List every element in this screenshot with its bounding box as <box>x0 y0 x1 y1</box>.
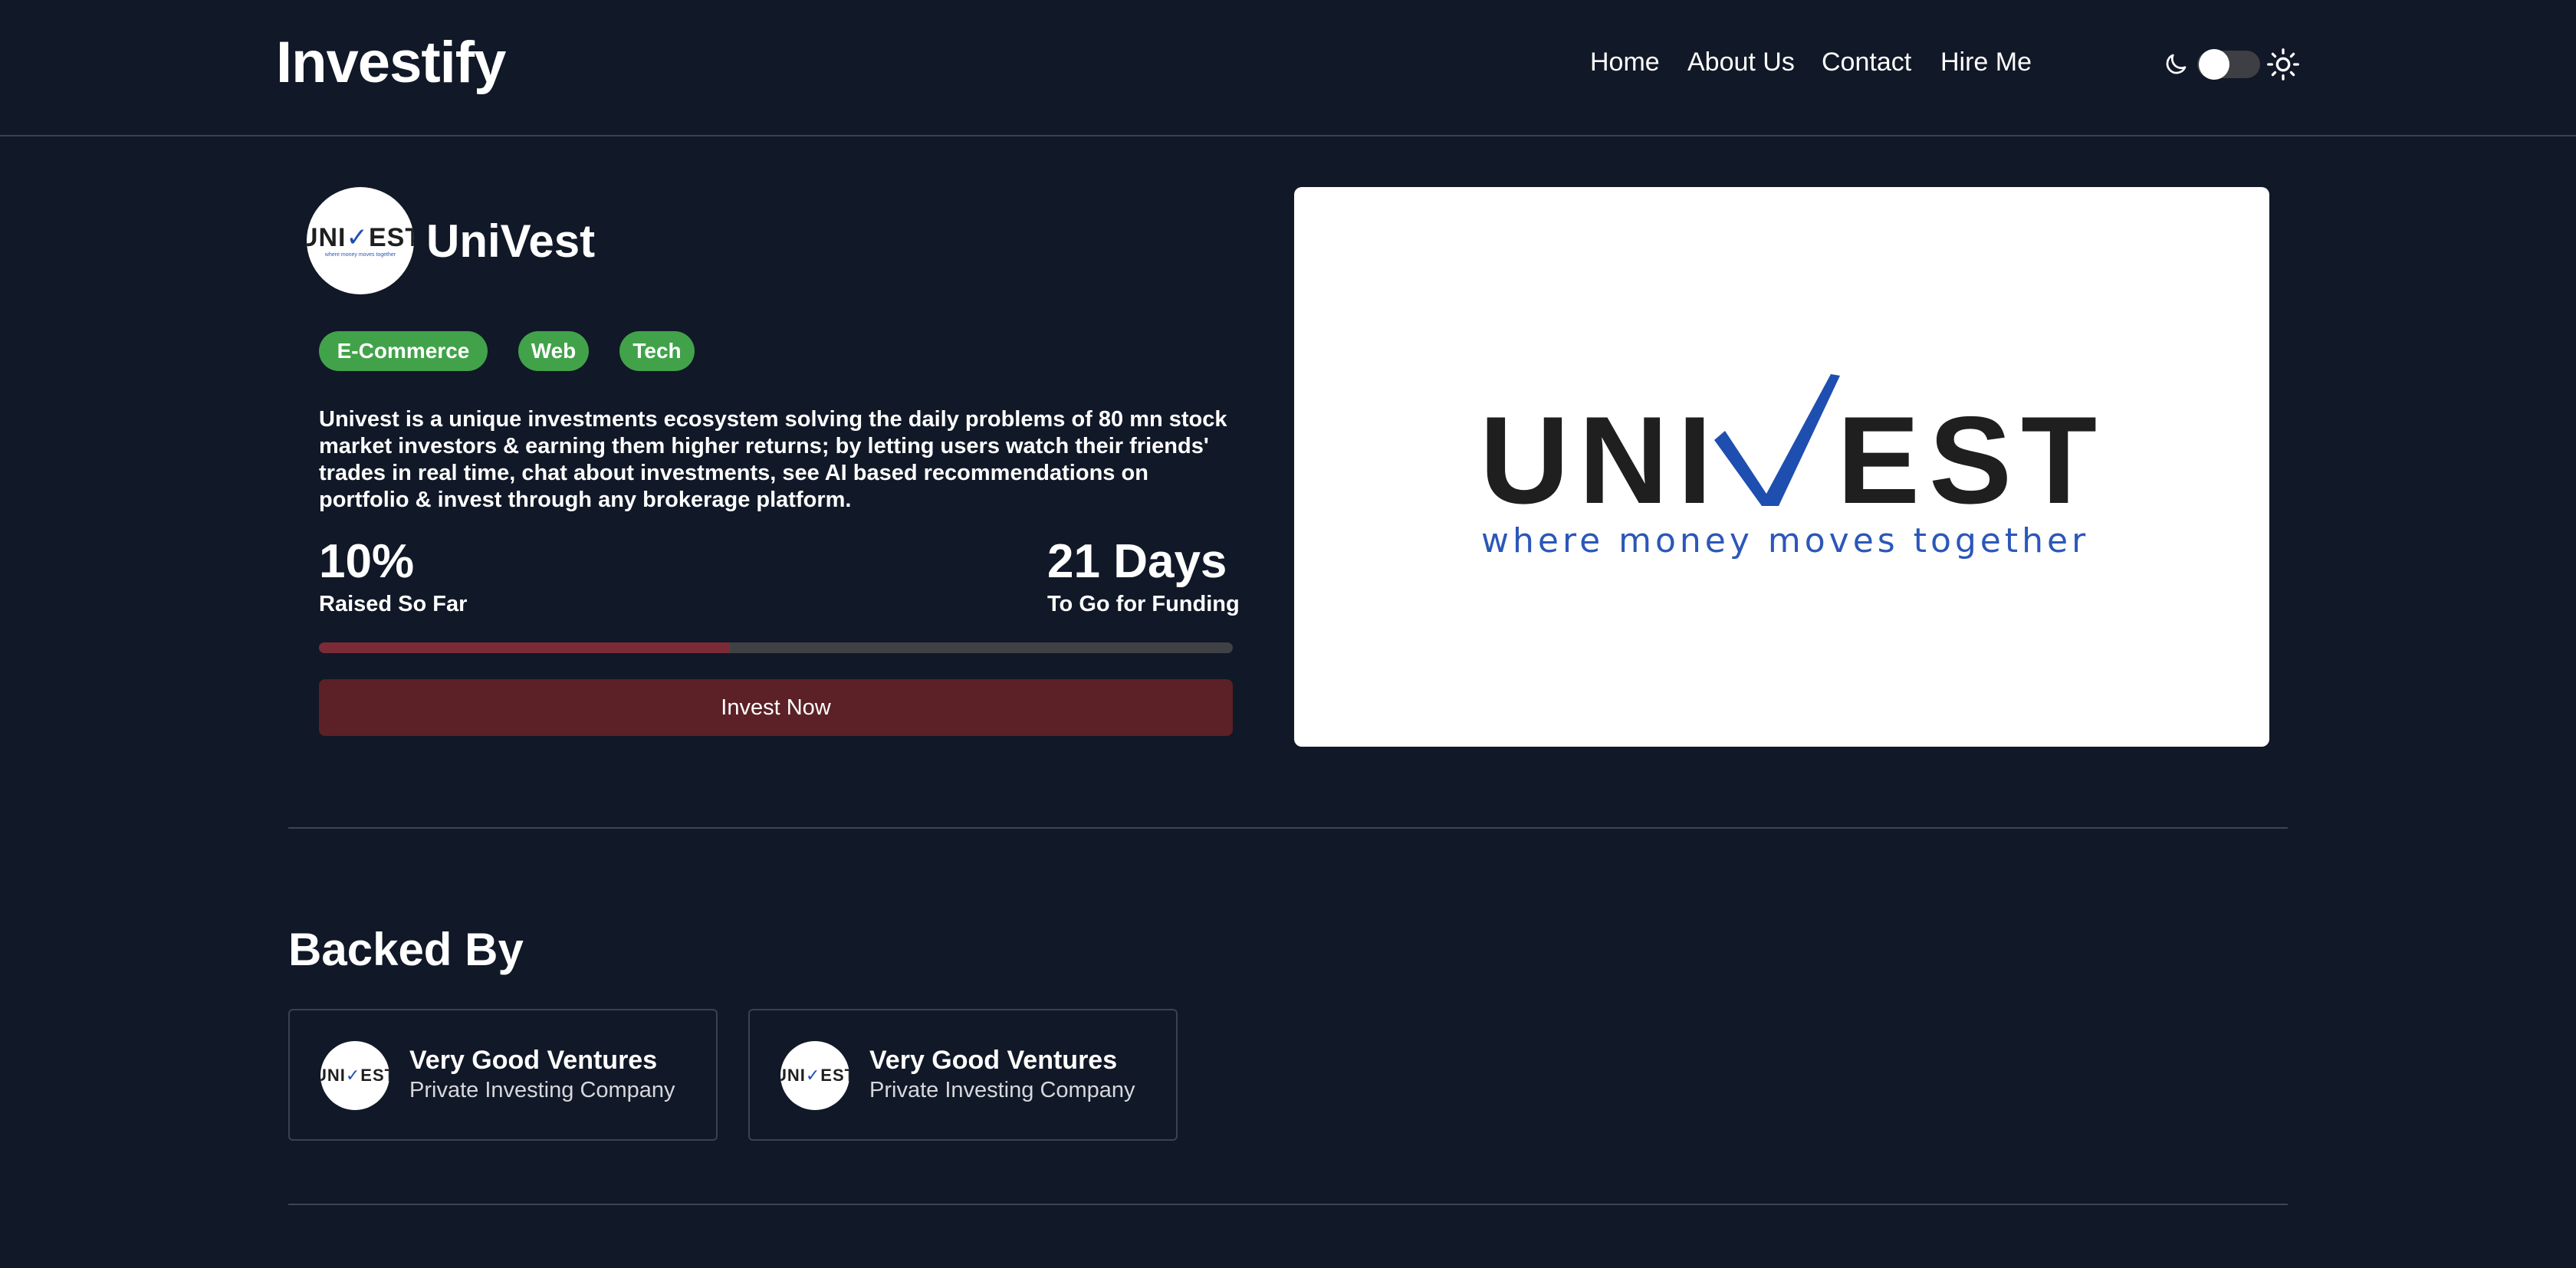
theme-toggle-knob[interactable] <box>2199 49 2229 80</box>
backer-name: Very Good Ventures <box>409 1046 658 1075</box>
backer-card[interactable]: UNI✓EST Very Good Ventures Private Inves… <box>748 1009 1178 1141</box>
raised-value: 10% <box>319 535 415 588</box>
invest-now-button[interactable]: Invest Now <box>319 679 1233 736</box>
company-name: UniVest <box>426 215 596 267</box>
univest-logo: UNI EST where money moves together <box>1480 374 2106 560</box>
nav-hire-me[interactable]: Hire Me <box>1940 48 2032 77</box>
nav-about-us[interactable]: About Us <box>1687 48 1795 77</box>
svg-text:UNI: UNI <box>1480 391 1721 530</box>
backer-card[interactable]: UNI✓EST Very Good Ventures Private Inves… <box>288 1009 718 1141</box>
backer-type: Private Investing Company <box>869 1078 1135 1102</box>
tag-web[interactable]: Web <box>518 331 589 371</box>
brand-logo[interactable]: Investify <box>276 29 506 96</box>
nav-contact[interactable]: Contact <box>1822 48 1911 77</box>
section-divider <box>288 827 2288 829</box>
backer-logo: UNI✓EST <box>320 1041 389 1110</box>
tag-tech[interactable]: Tech <box>619 331 695 371</box>
days-left-label: To Go for Funding <box>1047 592 1240 616</box>
funding-progress-fill <box>319 642 731 653</box>
sun-icon <box>2267 48 2299 80</box>
tag-e-commerce[interactable]: E-Commerce <box>319 331 488 371</box>
svg-text:where money moves together: where money moves together <box>1481 521 2089 560</box>
company-logo: UNI✓EST where money moves together <box>307 187 414 294</box>
navbar: Investify Home About Us Contact Hire Me <box>0 0 2576 136</box>
checkmark-icon <box>1714 374 1840 506</box>
company-banner-image: UNI EST where money moves together <box>1294 187 2269 747</box>
raised-label: Raised So Far <box>319 592 468 616</box>
svg-text:EST: EST <box>1837 391 2106 530</box>
backer-name: Very Good Ventures <box>869 1046 1118 1075</box>
backer-type: Private Investing Company <box>409 1078 675 1102</box>
days-left-value: 21 Days <box>1047 535 1227 588</box>
backed-by-title: Backed By <box>288 924 524 975</box>
moon-icon <box>2166 54 2187 74</box>
nav-home[interactable]: Home <box>1590 48 1660 77</box>
backer-logo: UNI✓EST <box>780 1041 849 1110</box>
section-divider <box>288 1204 2288 1205</box>
company-description: Univest is a unique investments ecosyste… <box>319 407 1227 512</box>
funding-progress-bar <box>319 642 1233 653</box>
